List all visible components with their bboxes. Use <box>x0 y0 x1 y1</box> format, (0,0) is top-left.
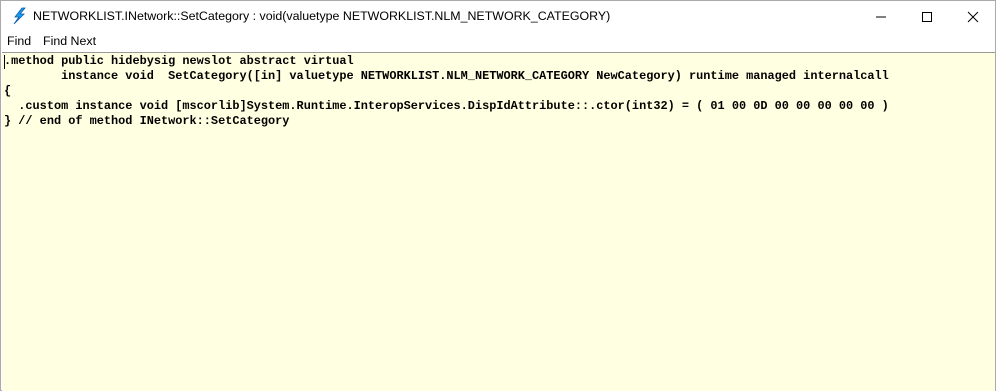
code-line: instance void SetCategory([in] valuetype… <box>4 69 889 83</box>
close-icon <box>967 11 979 23</box>
window-title: NETWORKLIST.INetwork::SetCategory : void… <box>33 9 611 23</box>
title-bar[interactable]: NETWORKLIST.INetwork::SetCategory : void… <box>1 1 995 32</box>
code-line: } // end of method INetwork::SetCategory <box>4 114 290 128</box>
minimize-icon <box>876 16 886 18</box>
minimize-button[interactable] <box>858 1 904 32</box>
ildasm-icon <box>10 7 28 25</box>
menu-find-next[interactable]: Find Next <box>43 34 96 48</box>
maximize-button[interactable] <box>904 1 950 32</box>
code-line: { <box>4 84 12 98</box>
code-line: .method public hidebysig newslot abstrac… <box>4 54 354 68</box>
maximize-icon <box>922 12 932 22</box>
il-code-view[interactable]: .method public hidebysig newslot abstrac… <box>2 52 995 391</box>
code-line: .custom instance void [mscorlib]System.R… <box>4 99 889 113</box>
close-button[interactable] <box>950 1 996 32</box>
menu-bar: Find Find Next <box>1 32 995 51</box>
menu-find[interactable]: Find <box>7 34 31 48</box>
ildasm-method-window: NETWORKLIST.INetwork::SetCategory : void… <box>0 0 996 391</box>
